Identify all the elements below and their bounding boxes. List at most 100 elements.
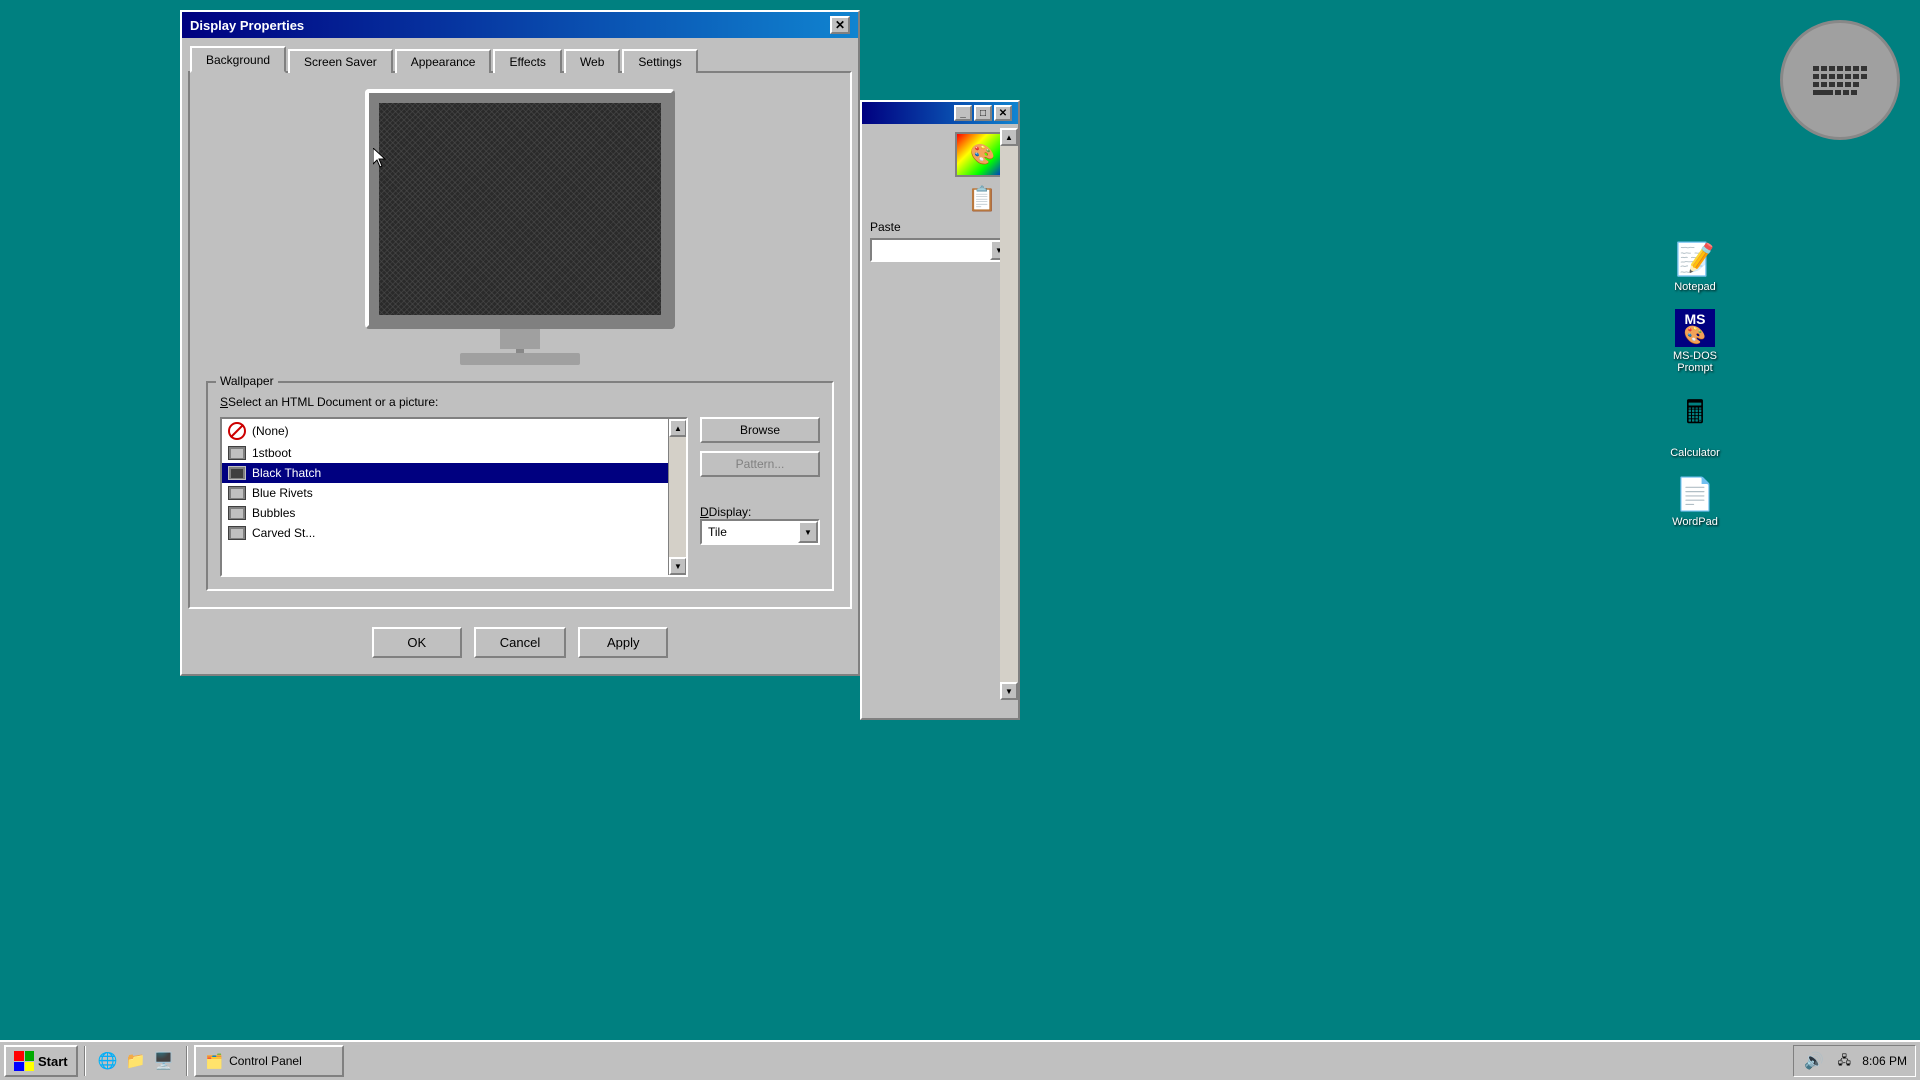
start-button[interactable]: Start — [4, 1045, 78, 1077]
wallpaper-group-label: Wallpaper — [216, 374, 278, 388]
tab-appearance[interactable]: Appearance — [395, 49, 492, 73]
apply-button[interactable]: Apply — [578, 627, 668, 658]
none-icon — [228, 422, 246, 440]
bg-toolbar: 📋 » — [870, 185, 1010, 214]
desktop: _ □ ✕ 🎨 📋 » Paste ▼ — [0, 0, 1920, 1080]
desktop-icon-calculator[interactable]: 🖩 Calculator — [1650, 390, 1740, 459]
display-label: DDisplay: — [700, 505, 820, 519]
cancel-button[interactable]: Cancel — [474, 627, 566, 658]
wallpaper-icon-bubbles — [228, 506, 246, 520]
msdos-icon: MS 🎨 — [1675, 309, 1715, 347]
tabs-container: Background Screen Saver Appearance Effec… — [182, 38, 858, 71]
background-window: _ □ ✕ 🎨 📋 » Paste ▼ — [860, 100, 1020, 720]
browse-button[interactable]: Browse — [700, 417, 820, 443]
keyboard-circle-icon — [1780, 20, 1900, 140]
tab-web[interactable]: Web — [564, 49, 620, 73]
wordpad-label: WordPad — [1672, 516, 1718, 528]
list-scroll-track — [669, 437, 686, 557]
list-scroll-down[interactable]: ▼ — [669, 557, 687, 575]
tab-content-background: Wallpaper SSelect an HTML Document or a … — [188, 71, 852, 609]
paste-label: Paste — [870, 220, 1010, 234]
display-dropdown-value: Tile — [702, 523, 798, 541]
desktop-icon-wordpad[interactable]: 📄 WordPad — [1650, 475, 1740, 528]
list-item-bluerivets[interactable]: Blue Rivets — [222, 483, 668, 503]
list-item-none[interactable]: (None) — [222, 419, 668, 443]
dialog-buttons: OK Cancel Apply — [182, 615, 858, 674]
calculator-icon: 🖩 — [1685, 390, 1704, 444]
display-dropdown-arrow[interactable]: ▼ — [798, 521, 818, 543]
quicklaunch-icon-3[interactable]: 🖥️ — [152, 1049, 176, 1073]
wallpaper-group: Wallpaper SSelect an HTML Document or a … — [206, 381, 834, 591]
tab-effects[interactable]: Effects — [493, 49, 561, 73]
window-controls: _ □ ✕ — [954, 105, 1012, 121]
quicklaunch-icon-2[interactable]: 📁 — [124, 1049, 148, 1073]
wordpad-icon: 📄 — [1675, 475, 1715, 513]
tab-screensaver[interactable]: Screen Saver — [288, 49, 393, 73]
display-properties-dialog: Display Properties ✕ Background Screen S… — [180, 10, 860, 676]
bg-close-button[interactable]: ✕ — [994, 105, 1012, 121]
scroll-up-btn[interactable]: ▲ — [1000, 128, 1018, 146]
paste-icon: 📋 — [967, 185, 997, 214]
bg-window-content: 🎨 📋 » Paste ▼ ▲ ▼ — [862, 124, 1018, 714]
tab-background[interactable]: Background — [190, 46, 286, 73]
wallpaper-icon-blackthatch — [228, 466, 246, 480]
wallpaper-row: (None) 1stboot Black Thatch — [220, 417, 820, 577]
scroll-track — [1000, 146, 1018, 682]
list-scroll-up[interactable]: ▲ — [669, 419, 687, 437]
list-item-bubbles[interactable]: Bubbles — [222, 503, 668, 523]
list-scrollbar[interactable]: ▲ ▼ — [668, 419, 686, 575]
start-label: Start — [38, 1054, 68, 1069]
taskbar-divider-1 — [84, 1046, 86, 1076]
list-item-blackthatch[interactable]: Black Thatch — [222, 463, 668, 483]
minimize-button[interactable]: _ — [954, 105, 972, 121]
quicklaunch-icon-1[interactable]: 🌐 — [96, 1049, 120, 1073]
list-item-carved[interactable]: Carved St... — [222, 523, 668, 543]
desktop-icon-msdos[interactable]: MS 🎨 MS-DOSPrompt — [1650, 309, 1740, 374]
dialog-close-button[interactable]: ✕ — [830, 16, 850, 34]
monitor-foot — [460, 353, 580, 365]
desktop-icons-container: 📝 Notepad MS 🎨 MS-DOSPrompt 🖩 Calculator… — [1650, 240, 1740, 528]
wallpaper-list[interactable]: (None) 1stboot Black Thatch — [220, 417, 688, 577]
start-logo — [14, 1051, 34, 1071]
wallpaper-controls: Browse Pattern... DDisplay: Tile ▼ — [700, 417, 820, 545]
monitor-neck — [500, 329, 540, 349]
keyboard-visual — [1813, 66, 1867, 95]
active-window-button[interactable]: 🗂️ Control Panel — [194, 1045, 344, 1077]
notepad-icon: 📝 — [1675, 240, 1715, 278]
wallpaper-icon-bluerivets — [228, 486, 246, 500]
monitor-screen — [379, 103, 661, 315]
wallpaper-list-items: (None) 1stboot Black Thatch — [222, 419, 668, 575]
monitor-base — [365, 329, 675, 365]
pattern-button[interactable]: Pattern... — [700, 451, 820, 477]
calculator-label: Calculator — [1670, 447, 1720, 459]
wallpaper-preview — [379, 103, 661, 315]
monitor-screen-outer — [365, 89, 675, 329]
ok-button[interactable]: OK — [372, 627, 462, 658]
display-section: DDisplay: Tile ▼ — [700, 497, 820, 545]
quick-launch: 🌐 📁 🖥️ — [92, 1049, 180, 1073]
wallpaper-instruction: SSelect an HTML Document or a picture: — [220, 395, 820, 409]
taskbar-divider-2 — [186, 1046, 188, 1076]
system-tray: 🔊 🖧 8:06 PM — [1793, 1045, 1916, 1077]
bg-window-titlebar: _ □ ✕ — [862, 102, 1018, 124]
dialog-titlebar: Display Properties ✕ — [182, 12, 858, 38]
scroll-down-btn[interactable]: ▼ — [1000, 682, 1018, 700]
maximize-button[interactable]: □ — [974, 105, 992, 121]
bg-scrollbar[interactable]: ▲ ▼ — [1000, 128, 1018, 700]
desktop-icon-notepad[interactable]: 📝 Notepad — [1650, 240, 1740, 293]
display-dropdown[interactable]: Tile ▼ — [700, 519, 820, 545]
list-item-1stboot[interactable]: 1stboot — [222, 443, 668, 463]
tray-network-icon[interactable]: 🖧 — [1832, 1049, 1856, 1073]
system-clock: 8:06 PM — [1862, 1054, 1907, 1068]
notepad-label: Notepad — [1674, 281, 1716, 293]
tab-settings[interactable]: Settings — [622, 49, 697, 73]
monitor — [365, 89, 675, 365]
wallpaper-icon-carved — [228, 526, 246, 540]
msdos-label: MS-DOSPrompt — [1673, 350, 1717, 374]
taskbar: Start 🌐 📁 🖥️ 🗂️ Control Panel 🔊 🖧 8:06 P… — [0, 1040, 1920, 1080]
monitor-preview — [206, 89, 834, 365]
bg-dropdown[interactable]: ▼ — [870, 238, 1010, 262]
dialog-title: Display Properties — [190, 18, 304, 33]
active-window-label: Control Panel — [229, 1054, 302, 1068]
tray-speaker-icon[interactable]: 🔊 — [1802, 1049, 1826, 1073]
